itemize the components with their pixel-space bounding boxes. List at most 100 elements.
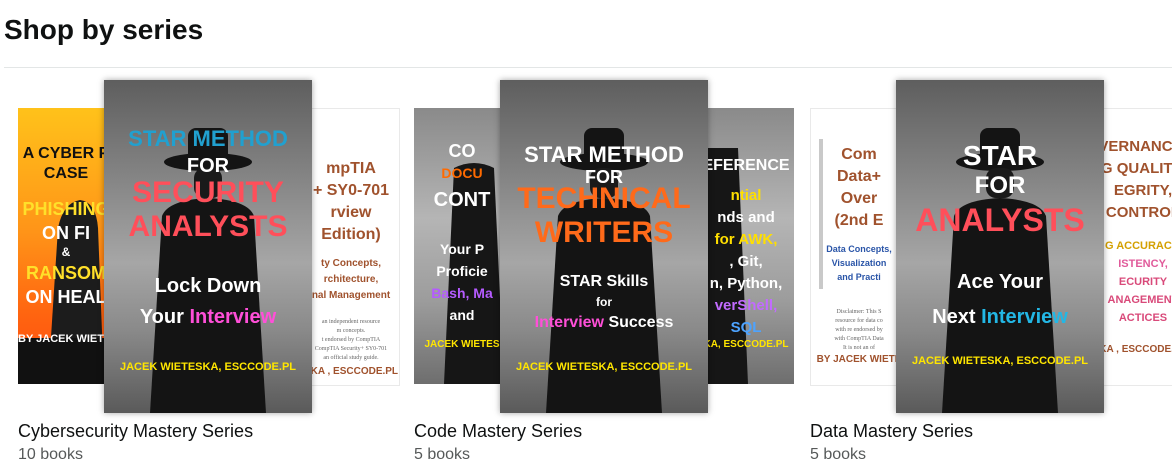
cover-title: SECURITY bbox=[132, 176, 284, 209]
cover-text: A CYBER P bbox=[22, 145, 110, 162]
cover-text: It is not an of bbox=[843, 345, 875, 351]
cover-title: TECHNICAL bbox=[517, 182, 691, 215]
cover-text: Edition) bbox=[321, 226, 381, 243]
cover-author: BY JACEK WIETE bbox=[816, 354, 902, 365]
cover-text: G QUALITY, bbox=[1100, 160, 1172, 177]
series-cover-stack[interactable]: A CYBER P CASE PHISHING ON FI & RANSOM O… bbox=[18, 80, 400, 413]
cover-text: an independent resource bbox=[321, 319, 381, 325]
section-title: Shop by series bbox=[4, 14, 204, 45]
cover-title: STAR bbox=[962, 140, 1038, 171]
cover-text: t endorsed by CompTIA bbox=[321, 337, 381, 343]
cover-text: CASE bbox=[43, 165, 89, 182]
cover-subtitle: Ace Your bbox=[957, 271, 1043, 293]
cover-text: RANSOM bbox=[26, 263, 106, 283]
cover-text: verShell, bbox=[714, 297, 778, 314]
cover-text: , Git, bbox=[729, 253, 763, 270]
cover-text: mpTIA bbox=[326, 160, 376, 177]
cover-text: CompTIA Security+ SY0-701 bbox=[314, 346, 388, 352]
cover-text: ty Concepts, bbox=[320, 258, 381, 269]
cover-author: JACEK WIETES bbox=[424, 339, 500, 350]
cover-text: SQL bbox=[730, 319, 762, 336]
cover-title: ANALYSTS bbox=[915, 202, 1085, 238]
series-name-link[interactable]: Cybersecurity Mastery Series bbox=[18, 421, 253, 442]
series-card-data[interactable]: Com Data+ Over (2nd E Data Concepts, Vis… bbox=[810, 80, 1172, 464]
cover-text: CONT bbox=[433, 189, 491, 211]
cover-subtitle: Interview bbox=[189, 306, 277, 328]
cover-text: m concepts. bbox=[336, 328, 366, 334]
cover-author: JACEK WIETESKA, ESCCODE.PL bbox=[911, 355, 1089, 367]
center-book-cover: STAR METHOD FOR TECHNICAL WRITERS STAR S… bbox=[500, 80, 708, 413]
cover-text: (2nd E bbox=[834, 212, 884, 229]
cover-subtitle: Success bbox=[608, 314, 674, 331]
cover-text: Over bbox=[840, 190, 878, 207]
center-book-cover: STAR FOR ANALYSTS Ace Your Next Intervie… bbox=[896, 80, 1104, 413]
cover-author: KA, ESCCODE.PL bbox=[703, 339, 789, 350]
series-cover-stack[interactable]: Com Data+ Over (2nd E Data Concepts, Vis… bbox=[810, 80, 1172, 413]
series-name-link[interactable]: Data Mastery Series bbox=[810, 421, 973, 442]
cover-text: rchitecture, bbox=[323, 274, 379, 285]
cover-text: ECURITY bbox=[1118, 276, 1168, 288]
cover-subtitle: Interview bbox=[534, 314, 604, 331]
cover-text: nds and bbox=[717, 209, 775, 226]
cover-title: WRITERS bbox=[534, 216, 674, 249]
cover-text: an official study guide. bbox=[323, 355, 379, 361]
cover-text: Bash, Ma bbox=[431, 285, 493, 301]
cover-subtitle: for bbox=[596, 295, 612, 309]
cover-author: SKA , ESCCODE.PL bbox=[303, 366, 399, 377]
cover-subtitle: Next bbox=[932, 306, 976, 328]
cover-text: ON FI bbox=[42, 223, 90, 243]
cover-title: FOR bbox=[974, 172, 1026, 199]
cover-subtitle-row: Interview Success bbox=[500, 314, 708, 332]
cover-text: EFERENCE bbox=[702, 157, 790, 174]
cover-title: STAR METHOD bbox=[128, 126, 288, 151]
cover-author: JACEK WIETESKA, ESCCODE.PL bbox=[119, 361, 297, 373]
cover-subtitle: Lock Down bbox=[154, 275, 262, 297]
cover-title: ANALYSTS bbox=[128, 210, 288, 243]
series-book-count: 10 books bbox=[18, 446, 83, 463]
series-card-cybersecurity[interactable]: A CYBER P CASE PHISHING ON FI & RANSOM O… bbox=[18, 80, 400, 464]
cover-text: with CompTIA Data bbox=[834, 336, 884, 342]
series-name-link[interactable]: Code Mastery Series bbox=[414, 421, 582, 442]
cover-text: and bbox=[449, 307, 475, 323]
cover-subtitle: Interview bbox=[981, 306, 1068, 328]
cover-text: Proficie bbox=[436, 263, 488, 279]
cover-text: ntial bbox=[730, 187, 762, 204]
cover-text: with re endorsed by bbox=[835, 327, 883, 333]
cover-text: CO bbox=[448, 141, 476, 161]
right-book-cover: EFERENCE ntial nds and for AWK, , Git, n… bbox=[698, 108, 794, 384]
cover-subtitle: STAR Skills bbox=[559, 273, 649, 290]
cover-text: ANAGEMENT bbox=[1107, 294, 1172, 306]
series-cover-stack[interactable]: CO DOCU CONT Your P Proficie Bash, Ma an… bbox=[414, 80, 794, 413]
cover-title: STAR METHOD bbox=[524, 142, 684, 167]
cover-subtitle-row: Your Interview bbox=[104, 306, 312, 329]
cover-title: FOR bbox=[186, 155, 230, 177]
cover-text: G ACCURACY, bbox=[1105, 240, 1172, 252]
cover-text: EGRITY, bbox=[1113, 182, 1172, 199]
cover-text: resource for data co bbox=[835, 318, 883, 324]
series-book-count: 5 books bbox=[810, 446, 867, 463]
cover-text: ACTICES bbox=[1118, 312, 1168, 324]
cover-text: Data Concepts, bbox=[826, 244, 892, 254]
series-card-code[interactable]: CO DOCU CONT Your P Proficie Bash, Ma an… bbox=[414, 80, 794, 464]
cover-author: BY JACEK WIETES bbox=[18, 333, 114, 345]
center-book-cover: STAR METHOD FOR SECURITY ANALYSTS Lock D… bbox=[104, 80, 312, 413]
left-book-cover: CO DOCU CONT Your P Proficie Bash, Ma an… bbox=[414, 108, 510, 384]
cover-subtitle: Your bbox=[139, 306, 184, 328]
cover-text: Disclaimer: This S bbox=[836, 309, 882, 315]
cover-author: JACEK WIETESKA, ESCCODE.PL bbox=[515, 361, 693, 373]
cover-text: DOCU bbox=[441, 165, 483, 181]
series-book-count: 5 books bbox=[414, 446, 471, 463]
cover-text: ON HEAL bbox=[25, 287, 107, 307]
cover-text: CONTROL bbox=[1105, 204, 1172, 221]
cover-text: Com bbox=[841, 146, 877, 163]
cover-text: + SY0-701 bbox=[312, 182, 390, 199]
right-book-cover: mpTIA + SY0-701 rview Edition) ty Concep… bbox=[302, 108, 400, 386]
left-book-cover: Com Data+ Over (2nd E Data Concepts, Vis… bbox=[810, 108, 908, 386]
left-book-cover: A CYBER P CASE PHISHING ON FI & RANSOM O… bbox=[18, 108, 114, 384]
cover-text: rview bbox=[330, 204, 372, 221]
cover-subtitle-row: Next Interview bbox=[896, 306, 1104, 329]
cover-text: Data+ bbox=[836, 168, 882, 185]
cover-text: nal Management bbox=[311, 290, 391, 301]
cover-text: VERNANCE: bbox=[1098, 138, 1172, 155]
cover-text: for AWK, bbox=[714, 231, 778, 248]
